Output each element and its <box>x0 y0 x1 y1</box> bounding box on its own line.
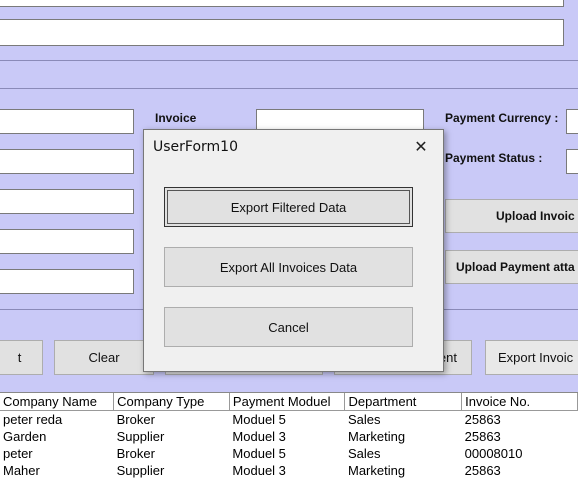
invoice-label: Invoice <box>155 111 197 125</box>
table-cell: Sales <box>347 412 381 427</box>
payment-currency-label: Payment Currency : <box>445 111 559 125</box>
table-row[interactable]: Garden Supplier Moduel 3 Marketing 25863 <box>0 428 578 445</box>
table-cell: Moduel 5 <box>232 446 286 461</box>
table-row[interactable]: peter Broker Moduel 5 Sales 00008010 <box>0 445 578 462</box>
table-cell: Broker <box>116 412 155 427</box>
table-cell: Maher <box>3 463 40 478</box>
column-header[interactable]: Payment Moduel <box>229 393 346 411</box>
table-cell: Sales <box>347 446 381 461</box>
table-cell: Marketing <box>347 463 406 478</box>
cancel-button[interactable]: Cancel <box>164 307 413 347</box>
column-header[interactable]: Company Name <box>0 393 115 411</box>
left-field-2[interactable] <box>0 149 134 174</box>
left-field-5[interactable] <box>0 269 134 294</box>
table-cell: Moduel 3 <box>232 463 286 478</box>
left-field-1[interactable] <box>0 109 134 134</box>
payment-status-label: Payment Status : <box>445 151 543 165</box>
table-cell: 25863 <box>464 429 501 444</box>
invoices-grid[interactable]: Company Name Company Type Payment Moduel… <box>0 392 578 485</box>
export-all-button[interactable]: Export All Invoices Data <box>164 247 413 287</box>
table-cell: 25863 <box>464 463 501 478</box>
table-cell: 00008010 <box>464 446 523 461</box>
upload-invoice-button[interactable]: Upload Invoic <box>445 199 578 233</box>
table-cell: Broker <box>116 446 155 461</box>
dialog-title: UserForm10 <box>153 139 238 155</box>
table-cell: Marketing <box>347 429 406 444</box>
divider-mid <box>0 88 578 89</box>
table-row[interactable]: Maher Supplier Moduel 3 Marketing 25863 <box>0 462 578 479</box>
export-filtered-button[interactable]: Export Filtered Data <box>164 187 413 227</box>
userform-dialog: UserForm10 ✕ Export Filtered Data Export… <box>143 129 444 372</box>
table-cell: Moduel 3 <box>232 429 286 444</box>
table-cell: Supplier <box>116 429 165 444</box>
left-field-3[interactable] <box>0 189 134 214</box>
divider-top <box>0 60 578 61</box>
left-field-4[interactable] <box>0 229 134 254</box>
column-header[interactable]: Department <box>344 393 463 411</box>
table-cell: Supplier <box>116 463 165 478</box>
column-header[interactable]: Company Type <box>113 393 230 411</box>
table-row[interactable]: peter reda Broker Moduel 5 Sales 25863 <box>0 411 578 429</box>
top-textbox-2[interactable] <box>0 19 564 46</box>
column-header[interactable]: Invoice No. <box>461 393 578 411</box>
payment-status-field[interactable] <box>566 149 578 174</box>
grid-header-row: Company Name Company Type Payment Moduel… <box>0 393 578 411</box>
left-partial-button[interactable]: t <box>0 340 43 375</box>
table-cell: Garden <box>3 429 47 444</box>
clear-button[interactable]: Clear <box>54 340 154 375</box>
top-textbox-1[interactable] <box>0 0 564 7</box>
table-cell: peter reda <box>3 412 63 427</box>
table-cell: peter <box>3 446 33 461</box>
table-cell: Moduel 5 <box>232 412 286 427</box>
upload-payment-button[interactable]: Upload Payment atta <box>445 250 578 284</box>
payment-currency-field[interactable] <box>566 109 578 134</box>
export-invoice-button[interactable]: Export Invoic <box>485 340 578 375</box>
table-cell: 25863 <box>464 412 501 427</box>
close-icon[interactable]: ✕ <box>407 135 435 159</box>
